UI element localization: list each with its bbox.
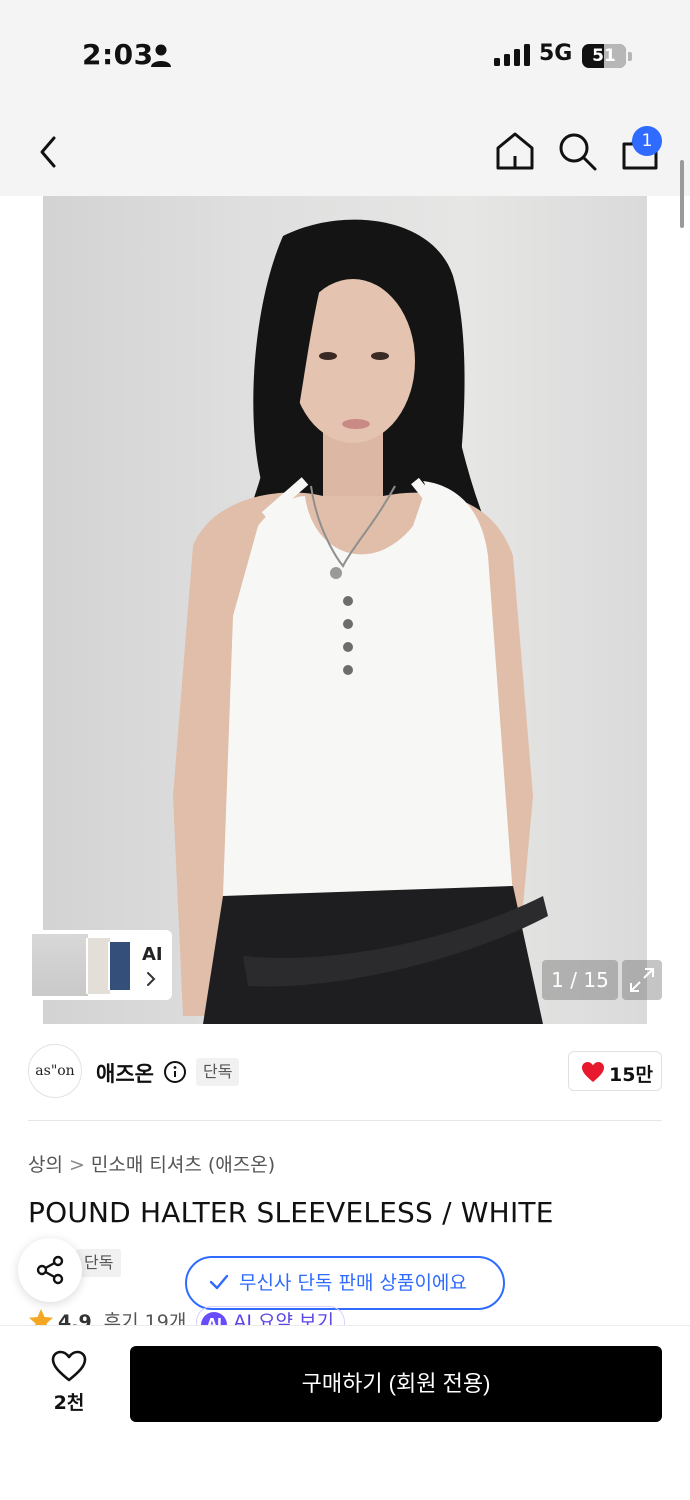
battery-tip [628,52,632,61]
network-label: 5G [539,41,573,66]
photo-counter: 1 / 15 [542,960,618,1000]
check-icon [209,1274,229,1290]
like-count: 15만 [609,1064,653,1086]
battery-level: 51 [592,46,616,66]
status-bar: 2:03 5G 51 [0,0,690,110]
ai-badge: AI [201,1312,228,1326]
home-icon[interactable] [494,130,536,172]
ai-thumbnail [86,938,110,994]
product-title: POUND HALTER SLEEVELESS / WHITE [28,1196,554,1229]
ai-similar-products[interactable]: AI [28,930,172,1000]
scrollbar[interactable] [680,160,684,228]
share-button[interactable] [18,1238,82,1302]
ai-thumbnail [32,934,88,996]
info-icon[interactable] [163,1060,187,1084]
heart-icon [582,1062,604,1082]
expand-button[interactable] [622,960,662,1000]
star-icon [29,1309,53,1326]
back-icon[interactable] [30,132,70,172]
rating-value: 4.9 [58,1311,92,1326]
product-tag: 단독 [76,1249,122,1277]
ai-summary-button[interactable]: AI AI 요약 보기 [196,1306,345,1326]
brand-logo[interactable]: as"on [28,1044,82,1098]
review-count[interactable]: 후기 19개 [104,1311,187,1326]
bottom-bar: 2천 구매하기 (회원 전용) [0,1325,690,1500]
ai-summary-label: AI 요약 보기 [233,1311,334,1326]
expand-icon [630,968,654,992]
brand-name[interactable]: 애즈온 [96,1058,154,1088]
product-photo[interactable] [43,196,647,1024]
exclusive-tag: 단독 [196,1058,240,1086]
search-icon[interactable] [556,130,598,172]
battery-icon: 51 [582,44,626,68]
like-button[interactable]: 15만 [568,1051,662,1091]
ai-thumbnail [108,942,130,990]
ai-label: AI [142,944,163,965]
signal-icon [494,44,530,66]
cart-badge: 1 [632,126,662,156]
exclusive-banner[interactable]: 무신사 단독 판매 상품이에요 [185,1256,505,1310]
divider [28,1120,662,1121]
heart-outline-icon[interactable] [51,1350,87,1382]
buy-button[interactable]: 구매하기 (회원 전용) [130,1346,662,1422]
top-nav: 1 [0,110,690,196]
chevron-right-icon [147,972,156,986]
wish-count: 2천 [53,1392,85,1414]
rating-row: 4.9 후기 19개 AI AI 요약 보기 [28,1306,688,1326]
model-illustration [173,219,548,1024]
status-time: 2:03 [82,38,154,71]
breadcrumb-category[interactable]: 상의 [28,1154,63,1176]
exclusive-banner-text: 무신사 단독 판매 상품이에요 [239,1272,467,1294]
share-icon [36,1255,64,1285]
chevron-right-icon: > [68,1154,85,1176]
breadcrumb: 상의 > 민소매 티셔츠 (애즈온) [28,1150,275,1177]
breadcrumb-subcategory[interactable]: 민소매 티셔츠 (애즈온) [91,1154,275,1176]
person-icon [151,44,171,67]
